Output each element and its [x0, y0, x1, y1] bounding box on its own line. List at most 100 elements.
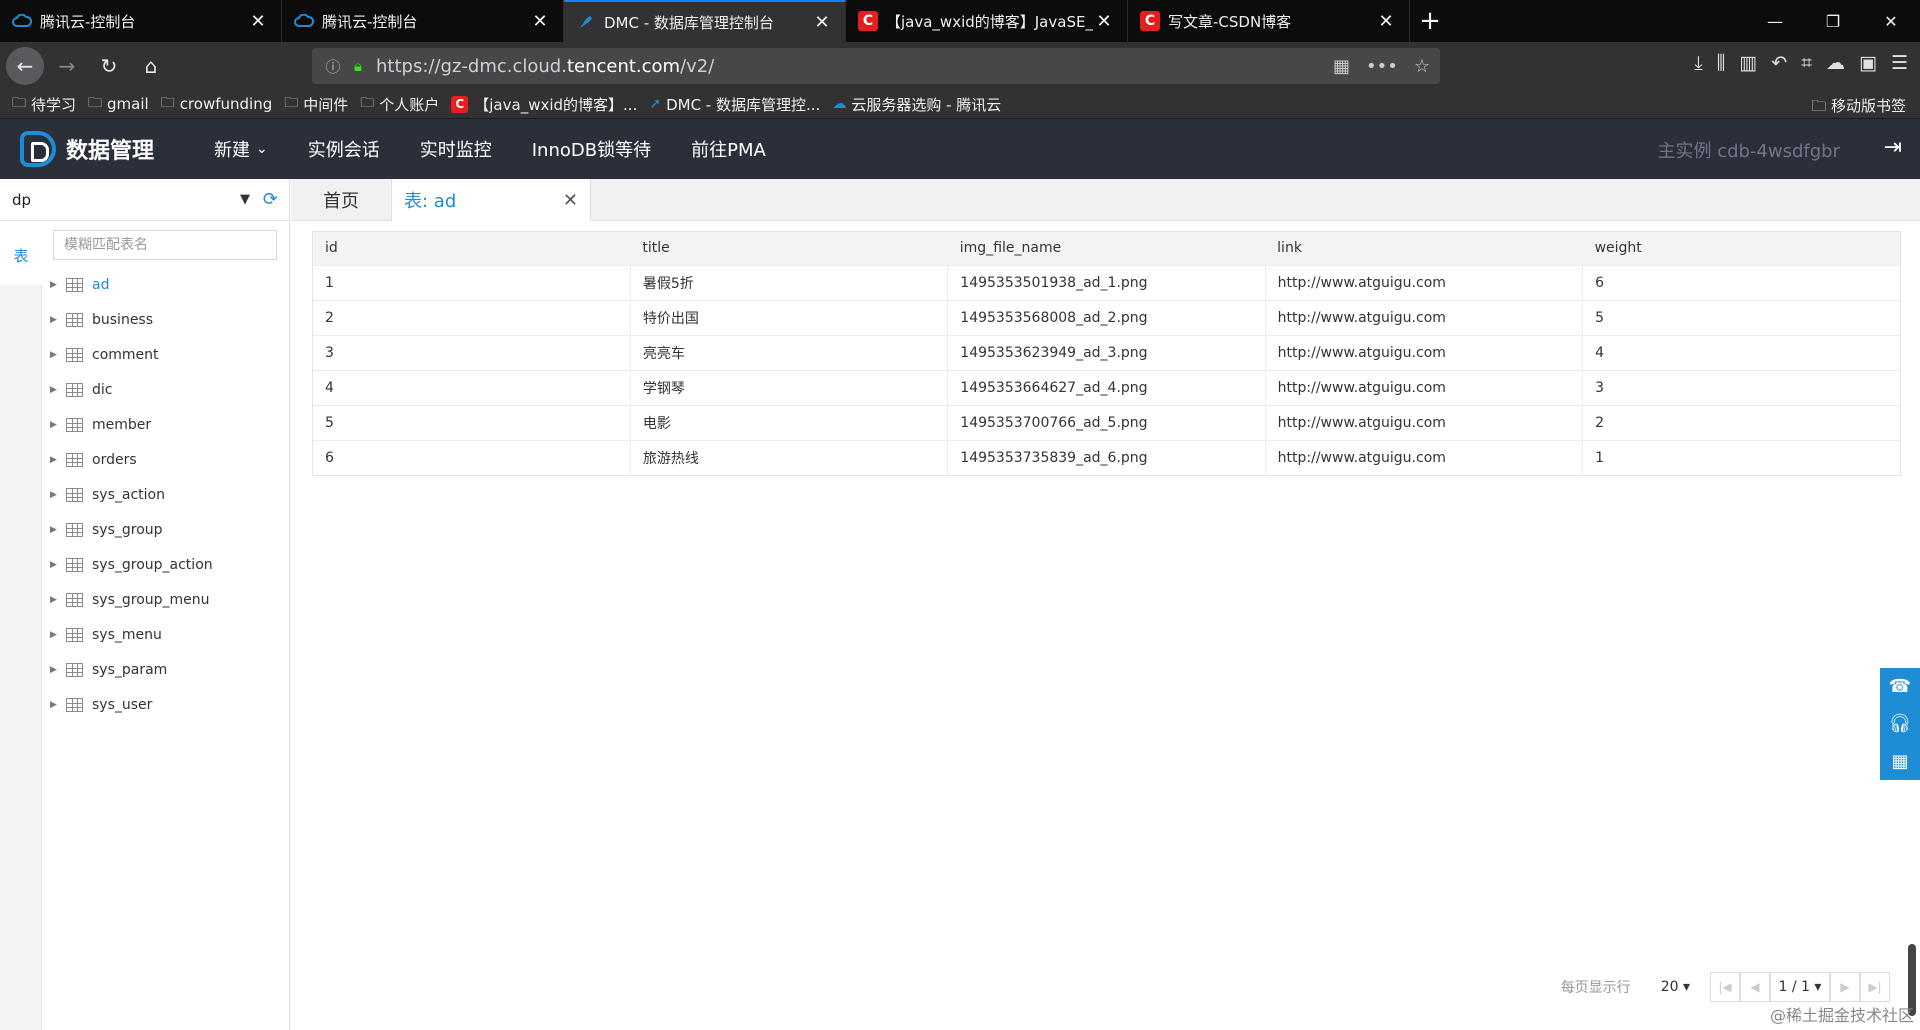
rows-per-page-select[interactable]: 20 ▾ — [1661, 979, 1690, 995]
bookmark-folder[interactable]: 🗀 个人账户 — [360, 92, 439, 116]
extension-icon[interactable]: ▣ — [1859, 52, 1877, 74]
caret-right-icon[interactable]: ▶ — [50, 560, 66, 570]
table-cell[interactable]: 亮亮车 — [630, 334, 949, 370]
caret-right-icon[interactable]: ▶ — [50, 280, 66, 290]
table-cell[interactable]: 3 — [313, 334, 631, 370]
table-cell[interactable]: 1495353664627_ad_4.png — [947, 369, 1266, 405]
column-header[interactable]: title — [630, 232, 948, 265]
headset-icon[interactable]: 🎧︎ — [1889, 713, 1912, 734]
column-header[interactable]: id — [313, 232, 631, 265]
caret-right-icon[interactable]: ▶ — [50, 525, 66, 535]
caret-right-icon[interactable]: ▶ — [50, 490, 66, 500]
restore-icon[interactable]: ❐ — [1804, 0, 1862, 42]
app-logo[interactable]: 数据管理 — [20, 131, 154, 167]
browser-tab[interactable]: C 【java_wxid的博客】JavaSE_N ✕ — [846, 0, 1128, 42]
column-header[interactable]: link — [1265, 232, 1583, 265]
prev-page-icon[interactable]: ◀ — [1740, 972, 1770, 1002]
table-item[interactable]: ▶ sys_param — [42, 652, 290, 687]
caret-right-icon[interactable]: ▶ — [50, 700, 66, 710]
close-tab-icon[interactable]: ✕ — [811, 12, 833, 33]
table-cell[interactable]: 4 — [1582, 334, 1900, 370]
table-cell[interactable]: 1495353623949_ad_3.png — [947, 334, 1266, 370]
bookmark-folder[interactable]: 🗀 crowfunding — [161, 92, 273, 116]
table-item[interactable]: ▶ sys_group_menu — [42, 582, 290, 617]
table-cell[interactable]: 4 — [313, 369, 631, 405]
qr-code-icon[interactable]: ▦ — [1333, 56, 1350, 77]
table-cell[interactable]: http://www.atguigu.com — [1265, 264, 1584, 300]
library-icon[interactable]: ⫼ — [1717, 52, 1726, 74]
mobile-bookmarks[interactable]: 🗀 移动版书签 — [1811, 95, 1906, 121]
more-actions-icon[interactable]: ••• — [1366, 56, 1398, 77]
table-item[interactable]: ▶ comment — [42, 337, 290, 372]
download-icon[interactable]: ⤓ — [1694, 52, 1702, 74]
bookmark-link[interactable]: ☁ 云服务器选购 - 腾讯云 — [832, 94, 1001, 115]
info-icon[interactable]: ⓘ — [318, 56, 348, 77]
table-item[interactable]: ▶ business — [42, 302, 290, 337]
table-cell[interactable]: 学钢琴 — [630, 369, 949, 405]
table-row[interactable]: 2 特价出国 1495353568008_ad_2.png http://www… — [313, 299, 1900, 335]
sidebar-icon[interactable]: ▥ — [1739, 52, 1757, 74]
table-cell[interactable]: 1495353700766_ad_5.png — [947, 404, 1266, 440]
caret-right-icon[interactable]: ▶ — [50, 595, 66, 605]
table-item[interactable]: ▶ sys_user — [42, 687, 290, 722]
table-cell[interactable]: http://www.atguigu.com — [1265, 369, 1584, 405]
close-tab-icon[interactable]: ✕ — [529, 11, 551, 32]
table-item[interactable]: ▶ dic — [42, 372, 290, 407]
nav-monitor[interactable]: 实时监控 — [420, 136, 492, 162]
table-cell[interactable]: 电影 — [630, 404, 949, 440]
table-cell[interactable]: 2 — [1582, 404, 1900, 440]
table-search-input[interactable] — [53, 230, 277, 260]
close-tab-icon[interactable]: ✕ — [247, 11, 269, 32]
caret-right-icon[interactable]: ▶ — [50, 350, 66, 360]
table-cell[interactable]: 1495353568008_ad_2.png — [947, 299, 1266, 335]
table-item[interactable]: ▶ orders — [42, 442, 290, 477]
minimize-icon[interactable]: — — [1746, 0, 1804, 42]
table-cell[interactable]: 5 — [313, 404, 631, 440]
crop-icon[interactable]: ⌗ — [1801, 52, 1812, 74]
first-page-icon[interactable]: |◀ — [1710, 972, 1740, 1002]
table-row[interactable]: 5 电影 1495353700766_ad_5.png http://www.a… — [313, 404, 1900, 440]
caret-right-icon[interactable]: ▶ — [50, 630, 66, 640]
table-cell[interactable]: http://www.atguigu.com — [1265, 334, 1584, 370]
bookmark-folder[interactable]: 🗀 gmail — [88, 92, 149, 116]
table-cell[interactable]: 特价出国 — [630, 299, 949, 335]
table-cell[interactable]: 1495353501938_ad_1.png — [947, 264, 1266, 300]
table-cell[interactable]: 6 — [313, 439, 631, 475]
browser-tab[interactable]: C 写文章-CSDN博客 ✕ — [1128, 0, 1410, 42]
tab-tables[interactable]: 表 — [0, 221, 42, 285]
nav-innodb-locks[interactable]: InnoDB锁等待 — [532, 136, 651, 162]
forward-arrow-icon[interactable]: → — [48, 47, 86, 85]
tab-home[interactable]: 首页 — [291, 179, 391, 221]
refresh-icon[interactable]: ⟳ — [263, 189, 278, 210]
table-cell[interactable]: 暑假5折 — [630, 264, 949, 300]
chat-icon[interactable]: ☁ — [1826, 52, 1845, 74]
bookmark-link[interactable]: ➚ DMC - 数据库管理控... — [649, 94, 820, 115]
table-item[interactable]: ▶ member — [42, 407, 290, 442]
table-cell[interactable]: 2 — [313, 299, 631, 335]
bookmark-folder[interactable]: 🗀 待学习 — [12, 92, 76, 116]
bookmark-link[interactable]: C 【java_wxid的博客】... — [451, 94, 637, 115]
table-cell[interactable]: 1495353735839_ad_6.png — [947, 439, 1266, 475]
logout-icon[interactable]: ⇥ — [1884, 135, 1902, 160]
undo-icon[interactable]: ↶ — [1771, 52, 1787, 74]
table-item[interactable]: ▶ sys_group — [42, 512, 290, 547]
reload-icon[interactable]: ↻ — [90, 47, 128, 85]
close-window-icon[interactable]: ✕ — [1862, 0, 1920, 42]
home-icon[interactable]: ⌂ — [132, 47, 170, 85]
url-bar[interactable]: ⓘ 🔒︎ https://gz-dmc.cloud.tencent.com/v2… — [312, 48, 1440, 84]
browser-tab-active[interactable]: DMC - 数据库管理控制台 ✕ — [564, 0, 846, 42]
table-cell[interactable]: http://www.atguigu.com — [1265, 299, 1584, 335]
bookmark-folder[interactable]: 🗀 中间件 — [284, 92, 348, 116]
tab-table-ad[interactable]: 表: ad ✕ — [391, 179, 591, 221]
caret-right-icon[interactable]: ▶ — [50, 665, 66, 675]
caret-right-icon[interactable]: ▶ — [50, 420, 66, 430]
table-item[interactable]: ▶ sys_group_action — [42, 547, 290, 582]
nav-sessions[interactable]: 实例会话 — [308, 136, 380, 162]
column-header[interactable]: img_file_name — [947, 232, 1266, 265]
browser-tab[interactable]: 腾讯云-控制台 ✕ — [282, 0, 564, 42]
close-tab-icon[interactable]: ✕ — [1375, 11, 1397, 32]
database-selector[interactable]: dp ▼ ⟳ — [0, 179, 290, 221]
next-page-icon[interactable]: ▶ — [1830, 972, 1860, 1002]
phone-icon[interactable]: ☎ — [1889, 676, 1911, 697]
table-cell[interactable]: 5 — [1582, 299, 1900, 335]
